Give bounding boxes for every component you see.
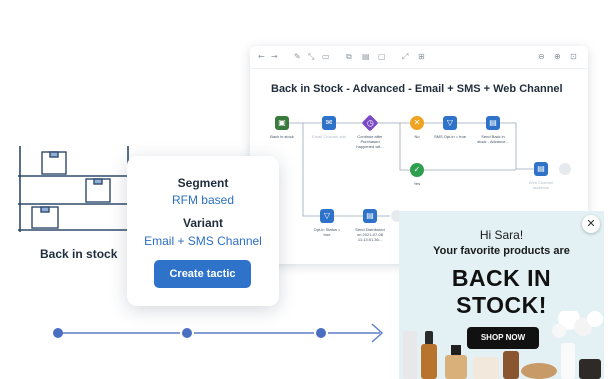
progress-timeline — [53, 323, 384, 343]
variant-value: Email + SMS Channel — [144, 234, 262, 248]
node-label: Send Distributed on 2021-07-08 11:13:51.… — [355, 227, 385, 242]
shelf-illustration — [18, 146, 130, 232]
product-bottle — [503, 351, 519, 379]
check-icon[interactable]: ✓ — [410, 163, 424, 177]
end-marker — [559, 163, 571, 175]
node-label: Opt-in Status = true — [313, 227, 341, 237]
box-2 — [85, 178, 111, 203]
node-label: Email Channel add — [312, 134, 346, 139]
x-icon[interactable]: ✕ — [410, 116, 424, 130]
timeline-dot — [316, 328, 326, 338]
filter-icon[interactable]: ▽ — [320, 209, 334, 223]
node-label: Web Channel audience — [528, 180, 554, 190]
create-tactic-button[interactable]: Create tactic — [154, 260, 251, 288]
shopping-bag-icon[interactable]: ▣ — [275, 116, 289, 130]
segment-card: Segment RFM based Variant Email + SMS Ch… — [127, 156, 279, 306]
segment-value: RFM based — [171, 193, 235, 207]
product-dropper-cap — [425, 331, 433, 345]
shelf-label: Back in stock — [40, 247, 118, 261]
box-3 — [31, 206, 59, 229]
connector — [500, 122, 534, 170]
popup-greeting: Hi Sara! — [479, 228, 524, 242]
shop-now-button[interactable]: SHOP NOW — [467, 327, 539, 349]
screen-icon[interactable]: ▤ — [534, 162, 548, 176]
box-1 — [41, 151, 67, 175]
node-label: Send Back in stock - Advance... — [477, 134, 509, 144]
product-dropper-bottle — [421, 344, 437, 379]
email-icon[interactable]: ✉ — [322, 116, 336, 130]
connector — [399, 123, 410, 171]
product-tube — [403, 331, 417, 379]
product-pump — [451, 345, 461, 355]
product-pump-bottle — [445, 355, 467, 379]
node-label: No — [414, 134, 420, 139]
message-icon[interactable]: ▤ — [486, 116, 500, 130]
segment-heading: Segment — [177, 176, 229, 190]
node-label: Back in stock — [270, 134, 294, 139]
filter-icon[interactable]: ▽ — [443, 116, 457, 130]
node-label: Continue after Purchased happened wit... — [356, 134, 384, 149]
product-bowl — [521, 363, 557, 379]
popup-headline-line-2: STOCK! — [456, 292, 547, 318]
node-label: Yes — [413, 181, 421, 186]
product-jar — [473, 357, 499, 379]
timeline-dot — [53, 328, 63, 338]
timeline-dot — [182, 328, 192, 338]
product-dark-jar — [579, 359, 601, 379]
popup-headline-line-1: BACK IN — [451, 265, 552, 291]
variant-heading: Variant — [182, 216, 224, 230]
node-label: SMS Opt-in = true — [433, 134, 467, 139]
product-white-bottle — [561, 343, 575, 379]
cotton-flower — [552, 324, 566, 338]
popup-subtitle: Your favorite products are — [433, 245, 570, 257]
message-icon[interactable]: ▤ — [363, 209, 377, 223]
back-in-stock-popup: ✕ Hi Sara! Your favorite products are BA… — [399, 211, 604, 379]
